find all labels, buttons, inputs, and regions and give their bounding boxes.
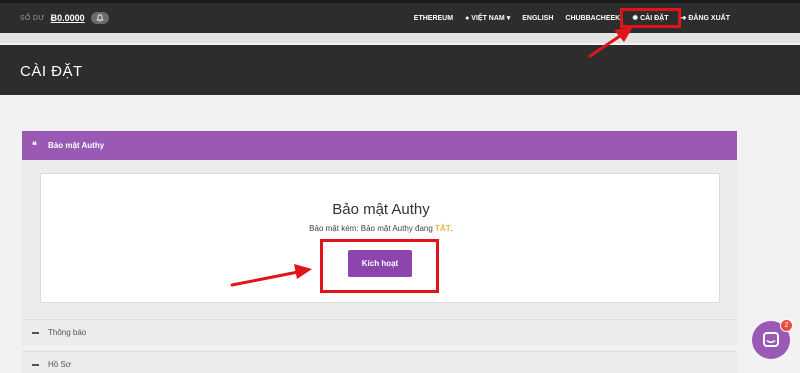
page: SỐ DƯ Ƀ0.0000 ETHEREUM ● VIỆT NAM ▾ ENGL… — [0, 0, 800, 373]
chat-icon — [763, 332, 779, 347]
chat-unread-badge: 2 — [780, 319, 793, 332]
arrow-to-settings — [588, 27, 633, 58]
arrow-to-activate — [230, 264, 312, 287]
annotation-arrows — [230, 27, 633, 287]
